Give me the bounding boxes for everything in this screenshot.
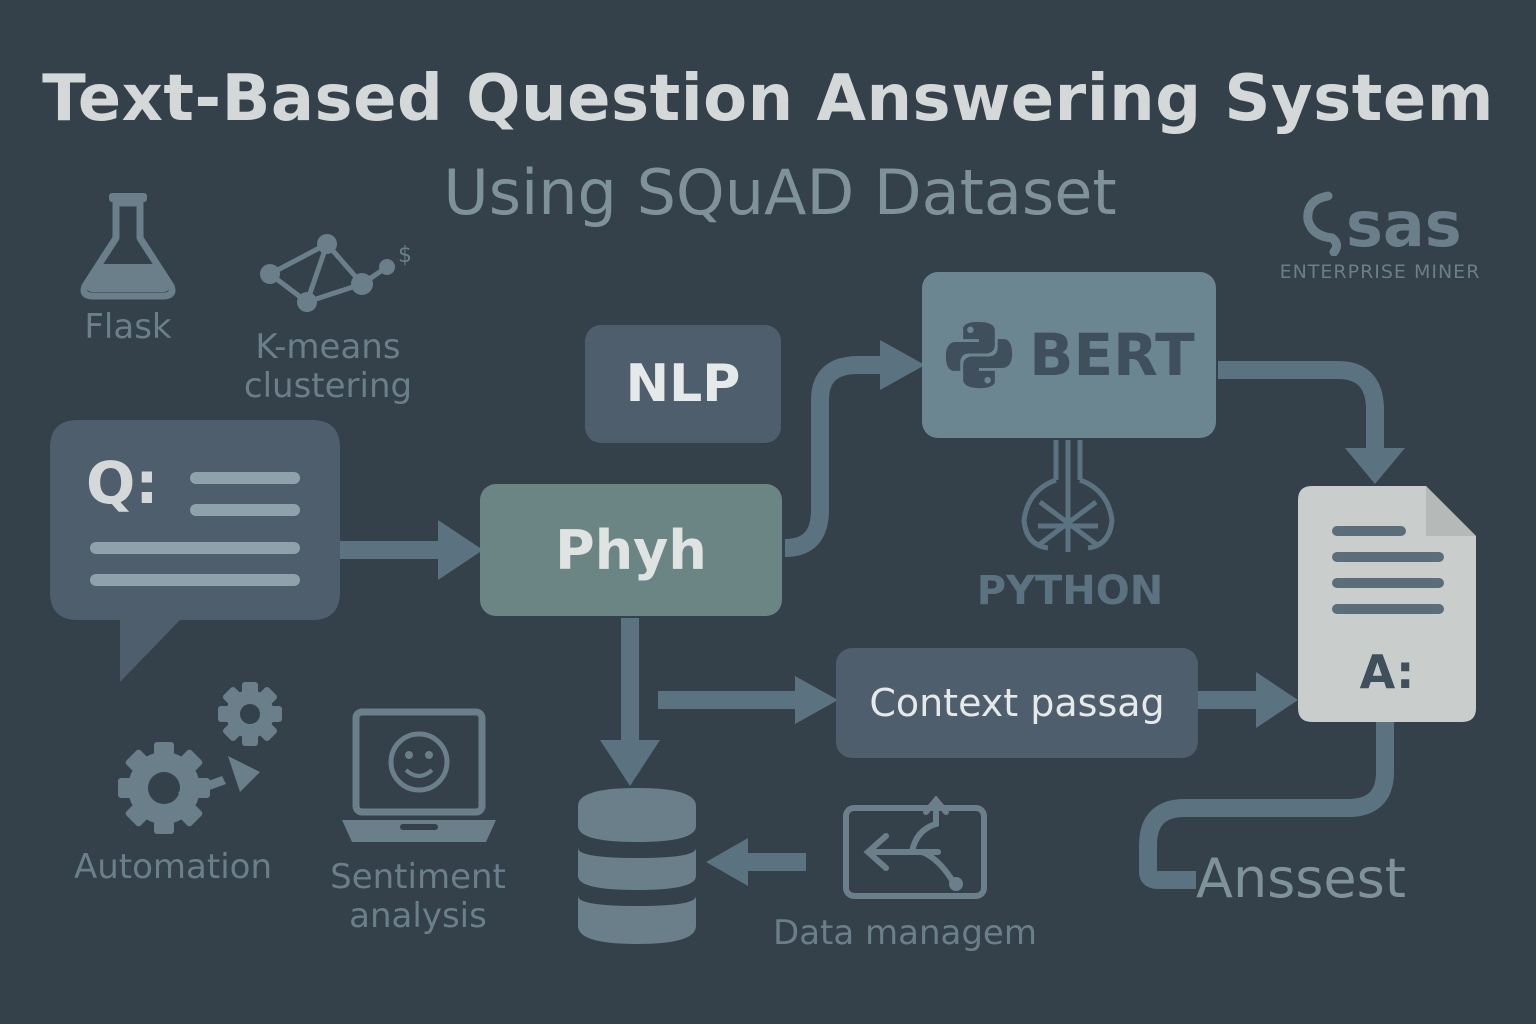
sas-tagline: ENTERPRISE MINER	[1279, 261, 1481, 283]
sentiment-label: Sentiment analysis	[318, 857, 518, 937]
tree-connector-icon	[1021, 440, 1115, 552]
kmeans-label-line1: K-means	[255, 327, 401, 367]
flask-icon	[80, 193, 176, 300]
gears-icon	[118, 682, 282, 834]
sentiment-label-line2: analysis	[349, 896, 487, 937]
question-label: Q:	[86, 449, 159, 517]
phyh-node: Phyh	[480, 484, 782, 616]
kmeans-label: K-means clustering	[228, 327, 428, 407]
kmeans-dollar-glyph: $	[398, 243, 412, 268]
automation-label: Automation	[73, 847, 273, 887]
nlp-node: NLP	[585, 325, 781, 443]
sas-logo-icon: sas	[1303, 188, 1462, 256]
python-label: PYTHON	[976, 568, 1164, 614]
python-logo-icon	[946, 321, 1013, 389]
sas-logo-wordmark: sas	[1346, 188, 1462, 256]
data-management-label: Data managem	[773, 913, 1037, 953]
sentiment-label-line1: Sentiment	[330, 857, 506, 897]
arrow-bert-to-answer	[1218, 361, 1384, 452]
answer-label: A:	[1359, 645, 1415, 699]
kmeans-graph-icon: $	[260, 234, 412, 312]
anssest-label: Anssest	[1196, 847, 1406, 910]
context-passage-node: Context passag	[836, 648, 1198, 758]
database-icon	[578, 788, 696, 944]
bert-label: BERT	[1029, 321, 1195, 389]
kmeans-label-line2: clustering	[243, 366, 413, 407]
data-management-icon	[843, 796, 987, 899]
bert-node: BERT	[922, 272, 1216, 438]
diagram-canvas: Text-Based Question Answering System Usi…	[0, 0, 1536, 1024]
arrow-phyh-to-bert	[784, 356, 885, 557]
laptop-smiley-icon	[342, 708, 496, 842]
flask-label: Flask	[84, 307, 172, 347]
